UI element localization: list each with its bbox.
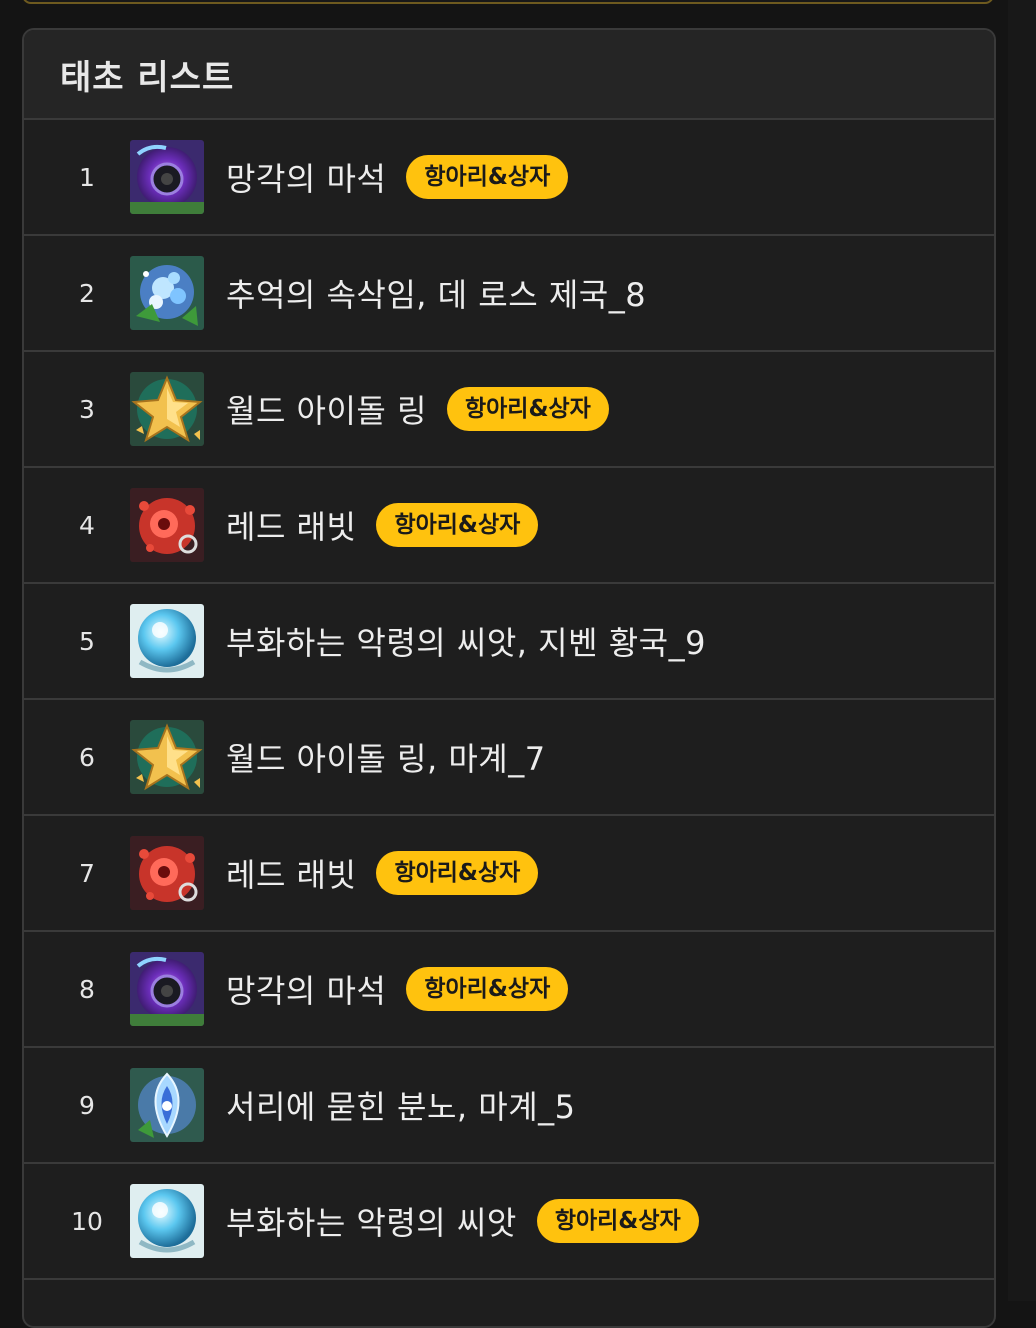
source-badge: 항아리&상자 <box>446 387 609 431</box>
source-badge: 항아리&상자 <box>406 967 569 1011</box>
red-rabbit-icon <box>130 488 204 562</box>
item-name: 부화하는 악령의 씨앗, 지벤 황국_9 <box>226 624 706 662</box>
previous-panel-edge <box>22 0 994 4</box>
item-name: 부화하는 악령의 씨앗 <box>226 1204 517 1242</box>
panel-header: 태초 리스트 <box>24 30 994 120</box>
list-item[interactable]: 7 레드 래빗 항아리&상자 <box>24 816 994 932</box>
item-name: 망각의 마석 <box>226 972 387 1010</box>
gold-star-icon <box>130 720 204 794</box>
list-item[interactable]: 2 추억의 속삭임, 데 로스 제국_8 <box>24 236 994 352</box>
list-item[interactable]: 3 월드 아이돌 링 항아리&상자 <box>24 352 994 468</box>
item-name: 월드 아이돌 링 <box>226 392 427 430</box>
source-badge: 항아리&상자 <box>406 155 569 199</box>
source-badge: 항아리&상자 <box>376 851 539 895</box>
rank-number: 2 <box>79 278 95 308</box>
rank-number: 5 <box>79 626 95 656</box>
crystal-orb-icon <box>130 604 204 678</box>
rank-number: 3 <box>79 394 95 424</box>
frost-gem-icon <box>130 1068 204 1142</box>
rank-number: 1 <box>79 162 95 192</box>
source-badge: 항아리&상자 <box>536 1199 699 1243</box>
gold-star-icon <box>130 372 204 446</box>
list-item[interactable]: 1 망각의 마석 항아리&상자 <box>24 120 994 236</box>
item-name: 레드 래빗 <box>226 856 357 894</box>
rank-number: 10 <box>71 1206 103 1236</box>
item-name: 월드 아이돌 링, 마계_7 <box>226 740 546 778</box>
list-item[interactable]: 8 망각의 마석 항아리&상자 <box>24 932 994 1048</box>
taecho-list-panel: 태초 리스트 1 망각의 마석 항아리&상자 2 추억의 속삭임, 데 로스 제국_… <box>22 28 996 1328</box>
list-item[interactable]: 9 서리에 묻힌 분노, 마계_5 <box>24 1048 994 1164</box>
item-name: 레드 래빗 <box>226 508 357 546</box>
black-orb-icon <box>130 952 204 1026</box>
list-item[interactable]: 4 레드 래빗 항아리&상자 <box>24 468 994 584</box>
source-badge: 항아리&상자 <box>376 503 539 547</box>
list-item[interactable]: 10 부화하는 악령의 씨앗 항아리&상자 <box>24 1164 994 1280</box>
red-rabbit-icon <box>130 836 204 910</box>
rank-number: 7 <box>79 858 95 888</box>
page-gutter <box>1008 0 1036 1301</box>
rank-number: 6 <box>79 742 95 772</box>
black-orb-icon <box>130 140 204 214</box>
rank-number: 8 <box>79 974 95 1004</box>
list-item[interactable]: 5 부화하는 악령의 씨앗, 지벤 황국_9 <box>24 584 994 700</box>
list-item[interactable]: 6 월드 아이돌 링, 마계_7 <box>24 700 994 816</box>
blue-flower-icon <box>130 256 204 330</box>
rank-number: 9 <box>79 1090 95 1120</box>
panel-title: 태초 리스트 <box>60 57 235 98</box>
item-list: 1 망각의 마석 항아리&상자 2 추억의 속삭임, 데 로스 제국_8 3 월… <box>24 120 994 1280</box>
crystal-orb-icon <box>130 1184 204 1258</box>
item-name: 추억의 속삭임, 데 로스 제국_8 <box>226 276 647 314</box>
item-name: 서리에 묻힌 분노, 마계_5 <box>226 1088 576 1126</box>
item-name: 망각의 마석 <box>226 160 387 198</box>
rank-number: 4 <box>79 510 95 540</box>
